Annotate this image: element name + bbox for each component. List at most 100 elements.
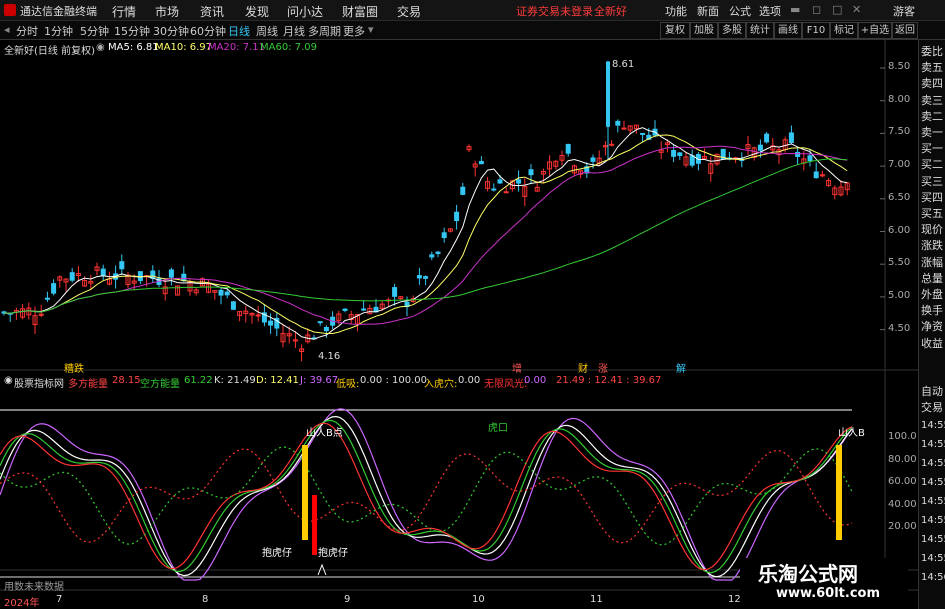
d-value: D: 12.41 [256, 375, 299, 386]
promo-stock[interactable]: 全新好 [594, 3, 627, 19]
sidebar-lower-field[interactable]: 交易 [921, 402, 943, 414]
event-jie[interactable]: 解 [676, 360, 686, 375]
title-bar: 通达信金融终端 行情 市场 资讯 发现 问小达 财富圈 交易 证券交易未登录 全… [0, 0, 945, 21]
minimize-icon[interactable]: ▬ [790, 3, 800, 16]
period-toolbar: ◂ 分时 1分钟 5分钟 15分钟 30分钟 60分钟 日线 周线 月线 多周期… [0, 21, 945, 40]
watermark-cn: 乐淘公式网 [758, 562, 858, 586]
chevron-down-icon[interactable]: ▾ [368, 23, 374, 36]
menu-item-jiaoyi[interactable]: 交易 [397, 3, 421, 20]
event-zhang[interactable]: 涨 [598, 360, 608, 375]
close-icon[interactable]: ✕ [852, 3, 861, 16]
period-weekly[interactable]: 周线 [256, 23, 278, 39]
annotation-tiger-mouth: 虎口 [488, 423, 508, 434]
moving-average-lines [3, 127, 848, 340]
month-9: 9 [344, 594, 351, 605]
period-5min[interactable]: 5分钟 [80, 23, 109, 39]
sidebar-lower-field[interactable]: 自动 [921, 386, 943, 398]
f10-button[interactable]: F10 [802, 22, 830, 39]
sidebar-time: 14:55 [921, 553, 945, 564]
menu-item-caifuquan[interactable]: 财富圈 [342, 3, 378, 20]
kong-value: 61.22 [184, 375, 213, 386]
chart-canvas[interactable] [0, 40, 918, 609]
period-daily[interactable]: 日线 [228, 23, 250, 39]
app-logo-icon [4, 4, 16, 16]
draw-line-button[interactable]: 画线 [774, 22, 802, 39]
menu-item-faxian[interactable]: 发现 [245, 3, 269, 20]
month-11: 11 [590, 594, 603, 605]
sidebar-field: 外盘 [921, 288, 943, 301]
period-1min[interactable]: 1分钟 [44, 23, 73, 39]
menu-item-xuanxiang[interactable]: 选项 [759, 3, 781, 19]
price-tick: 5.50 [888, 257, 911, 269]
menu-item-gongshi[interactable]: 公式 [729, 3, 751, 19]
period-multi[interactable]: 多周期 [308, 23, 341, 39]
event-baodie[interactable]: 糟跌 [64, 360, 84, 375]
period-60min[interactable]: 60分钟 [190, 23, 226, 39]
back-button[interactable]: 返回 [892, 22, 918, 39]
sidebar-time: 14:55 [921, 477, 945, 488]
guest-label[interactable]: 游客 [893, 3, 915, 19]
sidebar-time: 14:55 [921, 458, 945, 469]
menu-item-shichang[interactable]: 市场 [155, 3, 179, 20]
menu-item-banmian[interactable]: 新面 [697, 3, 719, 19]
k-value: K: 21.49 [214, 375, 256, 386]
menu-item-zixun[interactable]: 资讯 [200, 3, 224, 20]
period-more[interactable]: 更多 [343, 23, 365, 39]
sidebar-field: 净资 [921, 320, 943, 334]
add-favorite-button[interactable]: +自选 [858, 22, 892, 39]
restore-icon[interactable]: ◻ [812, 3, 821, 16]
indicator-tick: 40.00 [888, 498, 917, 510]
sidebar-time: 14:55 [921, 420, 945, 431]
month-7: 7 [56, 594, 63, 605]
price-tick: 7.50 [888, 126, 911, 138]
period-monthly[interactable]: 月线 [283, 23, 305, 39]
chevron-left-icon[interactable]: ◂ [4, 23, 10, 36]
multi-stock-button[interactable]: 多股 [718, 22, 746, 39]
event-cai[interactable]: 财 [578, 360, 588, 375]
low-absorb-label: 低吸: [336, 379, 360, 390]
promo-login[interactable]: 证券交易未登录 [516, 3, 593, 19]
add-stock-button[interactable]: 加股 [690, 22, 718, 39]
maximize-icon[interactable]: □ [832, 3, 842, 16]
price-tick: 5.00 [888, 289, 911, 301]
annotation-mountain-b2: 山人B [838, 428, 865, 439]
indicator-toggle-icon[interactable]: ◉ [4, 375, 13, 386]
sidebar-field: 卖四 [921, 77, 943, 91]
kdj-tail: 21.49 : 12.41 : 39.67 [556, 375, 662, 386]
tiger-label: 入虎穴: [424, 379, 458, 390]
period-15min[interactable]: 15分钟 [114, 23, 150, 39]
mark-button[interactable]: 标记 [830, 22, 858, 39]
menu-item-gongneng[interactable]: 功能 [665, 3, 687, 19]
sidebar-time: 14:55 [921, 439, 945, 450]
menu-item-wenxiaoda[interactable]: 问小达 [287, 3, 323, 20]
tiger-value: 0.00 [458, 375, 481, 386]
quote-sidebar: 委比 卖五 卖四 卖三 卖二 卖一 买一 买二 买三 买四 买五 现价 涨跌 涨幅 总量 外盘 换手 净资 收益 自动… [918, 40, 945, 609]
candlesticks [1, 60, 850, 362]
indicator-tick: 60.00 [888, 476, 917, 487]
menu-item-hangqing[interactable]: 行情 [112, 3, 136, 20]
sidebar-field: 换手 [921, 304, 943, 318]
indicator-tick: 100.0 [888, 431, 917, 442]
period-30min[interactable]: 30分钟 [153, 23, 189, 39]
period-fenshi[interactable]: 分时 [16, 23, 38, 39]
sidebar-time: 14:55 [921, 496, 945, 507]
sidebar-field: 委比 [921, 45, 943, 58]
sidebar-field: 现价 [921, 223, 943, 237]
stats-button[interactable]: 统计 [746, 22, 774, 39]
price-tick: 6.00 [888, 224, 911, 236]
event-zeng[interactable]: 增 [512, 360, 522, 375]
site-watermark: 乐淘公式网 www.60lt.com [740, 558, 908, 606]
sidebar-field: 总量 [921, 271, 943, 285]
kong-label: 空方能量 [140, 379, 180, 390]
month-12: 12 [728, 594, 741, 605]
risk-value: 0.00 [524, 375, 547, 386]
watermark-url: www.60lt.com [776, 586, 881, 601]
indicator-name[interactable]: 股票指标网 [14, 375, 64, 390]
price-tick: 8.50 [888, 61, 911, 72]
annotation-mountain-b: 山人B点 [306, 428, 343, 439]
sidebar-field: 卖一 [921, 126, 943, 139]
sidebar-time: 14:55 [921, 515, 945, 526]
fuquan-button[interactable]: 复权 [660, 22, 690, 39]
app-title: 通达信金融终端 [20, 5, 97, 18]
low-price-label: 4.16 [318, 351, 341, 362]
